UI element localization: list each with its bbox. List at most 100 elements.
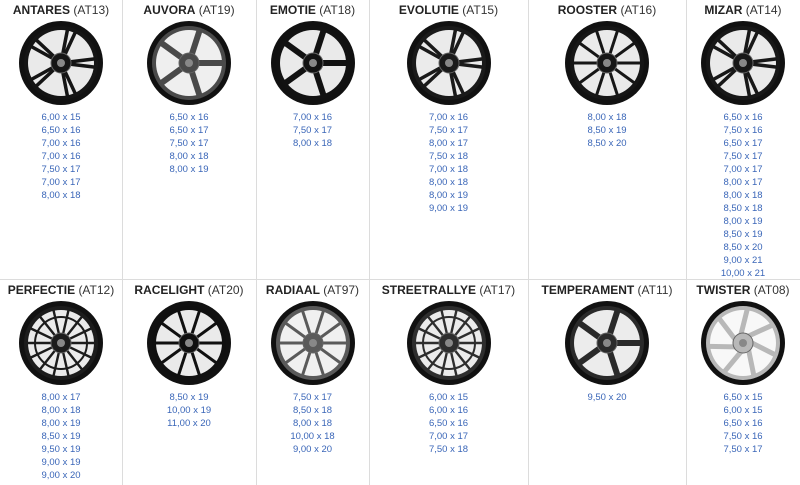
size-link[interactable]: 8,00 x 17 [686, 176, 800, 189]
wheel-title[interactable]: ROOSTER (AT16) [528, 3, 686, 17]
size-link[interactable]: 7,00 x 16 [0, 150, 122, 163]
wheel-image[interactable] [17, 299, 105, 387]
size-link[interactable]: 8,00 x 18 [0, 189, 122, 202]
wheel-image[interactable] [269, 19, 357, 107]
wheel-card-antares[interactable]: ANTARES (AT13) 6,00 x 15 6,50 x 16 7,00 x 1… [0, 0, 122, 279]
size-link[interactable]: 9,00 x 21 [686, 254, 800, 267]
size-link[interactable]: 8,00 x 17 [0, 391, 122, 404]
size-link[interactable]: 8,50 x 19 [686, 228, 800, 241]
size-link[interactable]: 8,00 x 18 [256, 417, 369, 430]
wheel-card-twister[interactable]: TWISTER (AT08) 6,50 x 15 6,00 x 15 6,50 x 1… [686, 280, 800, 485]
wheel-image[interactable] [145, 299, 233, 387]
size-link[interactable]: 7,00 x 18 [369, 163, 528, 176]
size-link[interactable]: 8,00 x 18 [369, 176, 528, 189]
wheel-title[interactable]: EMOTIE (AT18) [256, 3, 369, 17]
wheel-title[interactable]: MIZAR (AT14) [686, 3, 800, 17]
size-link[interactable]: 10,00 x 21 [686, 267, 800, 280]
size-link[interactable]: 6,50 x 16 [686, 111, 800, 124]
size-link[interactable]: 7,50 x 16 [686, 124, 800, 137]
wheel-card-temperament[interactable]: TEMPERAMENT (AT11) 9,50 x 20 [528, 280, 686, 485]
wheel-image[interactable] [405, 299, 493, 387]
wheel-image[interactable] [699, 19, 787, 107]
size-link[interactable]: 6,00 x 15 [0, 111, 122, 124]
size-link[interactable]: 6,50 x 17 [686, 137, 800, 150]
size-link[interactable]: 8,00 x 18 [528, 111, 686, 124]
wheel-title[interactable]: STREETRALLYE (AT17) [369, 283, 528, 297]
size-link[interactable]: 8,00 x 18 [122, 150, 256, 163]
size-link[interactable]: 8,50 x 18 [256, 404, 369, 417]
size-link[interactable]: 7,50 x 17 [686, 150, 800, 163]
size-link[interactable]: 7,50 x 17 [369, 124, 528, 137]
size-link[interactable]: 10,00 x 18 [256, 430, 369, 443]
wheel-image[interactable] [563, 19, 651, 107]
size-link[interactable]: 7,00 x 16 [0, 137, 122, 150]
size-link[interactable]: 7,50 x 17 [256, 124, 369, 137]
wheel-card-evolutie[interactable]: EVOLUTIE (AT15) 7,00 x 16 7,50 x 17 8,00 x … [369, 0, 528, 279]
size-link[interactable]: 9,50 x 20 [528, 391, 686, 404]
wheel-card-auvora[interactable]: AUVORA (AT19) 6,50 x 16 6,50 x 17 7,50 x 17… [122, 0, 256, 279]
size-link[interactable]: 9,00 x 20 [0, 469, 122, 482]
size-link[interactable]: 9,00 x 20 [256, 443, 369, 456]
size-link[interactable]: 8,50 x 20 [686, 241, 800, 254]
size-link[interactable]: 8,50 x 18 [686, 202, 800, 215]
size-link[interactable]: 6,50 x 16 [0, 124, 122, 137]
wheel-image[interactable] [563, 299, 651, 387]
wheel-title[interactable]: AUVORA (AT19) [122, 3, 256, 17]
wheel-card-perfectie[interactable]: PERFECTIE (AT12) 8,00 x 17 8,00 x 18 8,00 x… [0, 280, 122, 485]
size-link[interactable]: 6,00 x 16 [369, 404, 528, 417]
wheel-card-rooster[interactable]: ROOSTER (AT16) 8,00 x 18 8,50 x 19 8,50 x 2… [528, 0, 686, 279]
size-link[interactable]: 7,50 x 18 [369, 150, 528, 163]
size-link[interactable]: 6,50 x 16 [122, 111, 256, 124]
size-link[interactable]: 7,50 x 18 [369, 443, 528, 456]
size-link[interactable]: 7,50 x 17 [0, 163, 122, 176]
wheel-image[interactable] [17, 19, 105, 107]
size-link[interactable]: 10,00 x 19 [122, 404, 256, 417]
size-link[interactable]: 7,50 x 17 [686, 443, 800, 456]
wheel-image[interactable] [405, 19, 493, 107]
size-link[interactable]: 8,00 x 18 [0, 404, 122, 417]
size-link[interactable]: 9,50 x 19 [0, 443, 122, 456]
wheel-image[interactable] [145, 19, 233, 107]
size-link[interactable]: 7,00 x 17 [686, 163, 800, 176]
size-link[interactable]: 6,50 x 16 [686, 417, 800, 430]
size-link[interactable]: 9,00 x 19 [369, 202, 528, 215]
size-link[interactable]: 7,00 x 17 [369, 430, 528, 443]
wheel-title[interactable]: PERFECTIE (AT12) [0, 283, 122, 297]
size-link[interactable]: 9,00 x 19 [0, 456, 122, 469]
size-link[interactable]: 8,50 x 19 [122, 391, 256, 404]
wheel-title[interactable]: EVOLUTIE (AT15) [369, 3, 528, 17]
size-link[interactable]: 7,00 x 16 [256, 111, 369, 124]
size-link[interactable]: 7,00 x 16 [369, 111, 528, 124]
size-link[interactable]: 8,00 x 19 [122, 163, 256, 176]
size-link[interactable]: 8,50 x 19 [528, 124, 686, 137]
size-link[interactable]: 7,50 x 17 [256, 391, 369, 404]
size-link[interactable]: 8,50 x 19 [0, 430, 122, 443]
size-link[interactable]: 8,00 x 19 [0, 417, 122, 430]
wheel-image[interactable] [699, 299, 787, 387]
size-link[interactable]: 7,50 x 16 [686, 430, 800, 443]
size-link[interactable]: 8,00 x 19 [369, 189, 528, 202]
size-link[interactable]: 6,50 x 15 [686, 391, 800, 404]
wheel-card-emotie[interactable]: EMOTIE (AT18) 7,00 x 16 7,50 x 17 8,00 x 18 [256, 0, 369, 279]
size-link[interactable]: 6,00 x 15 [369, 391, 528, 404]
wheel-card-mizar[interactable]: MIZAR (AT14) 6,50 x 16 7,50 x 16 6,50 x 17 7… [686, 0, 800, 279]
size-link[interactable]: 8,00 x 17 [369, 137, 528, 150]
wheel-title[interactable]: ANTARES (AT13) [0, 3, 122, 17]
size-link[interactable]: 8,00 x 18 [686, 189, 800, 202]
wheel-card-radiaal[interactable]: RADIAAL (AT97) 7,50 x 17 8,50 x 18 8,00 x 1… [256, 280, 369, 485]
wheel-card-streetrallye[interactable]: STREETRALLYE (AT17) 6,00 x 15 6,00 x 16 6,5… [369, 280, 528, 485]
wheel-title[interactable]: RADIAAL (AT97) [256, 283, 369, 297]
size-link[interactable]: 8,00 x 19 [686, 215, 800, 228]
size-link[interactable]: 6,50 x 16 [369, 417, 528, 430]
wheel-title[interactable]: RACELIGHT (AT20) [122, 283, 256, 297]
size-link[interactable]: 7,50 x 17 [122, 137, 256, 150]
wheel-image[interactable] [269, 299, 357, 387]
size-link[interactable]: 7,00 x 17 [0, 176, 122, 189]
size-link[interactable]: 11,00 x 20 [122, 417, 256, 430]
wheel-title[interactable]: TWISTER (AT08) [686, 283, 800, 297]
size-link[interactable]: 8,00 x 18 [256, 137, 369, 150]
size-link[interactable]: 8,50 x 20 [528, 137, 686, 150]
size-link[interactable]: 6,50 x 17 [122, 124, 256, 137]
wheel-title[interactable]: TEMPERAMENT (AT11) [528, 283, 686, 297]
wheel-card-racelight[interactable]: RACELIGHT (AT20) 8,50 x 19 10,00 x 19 11,00… [122, 280, 256, 485]
